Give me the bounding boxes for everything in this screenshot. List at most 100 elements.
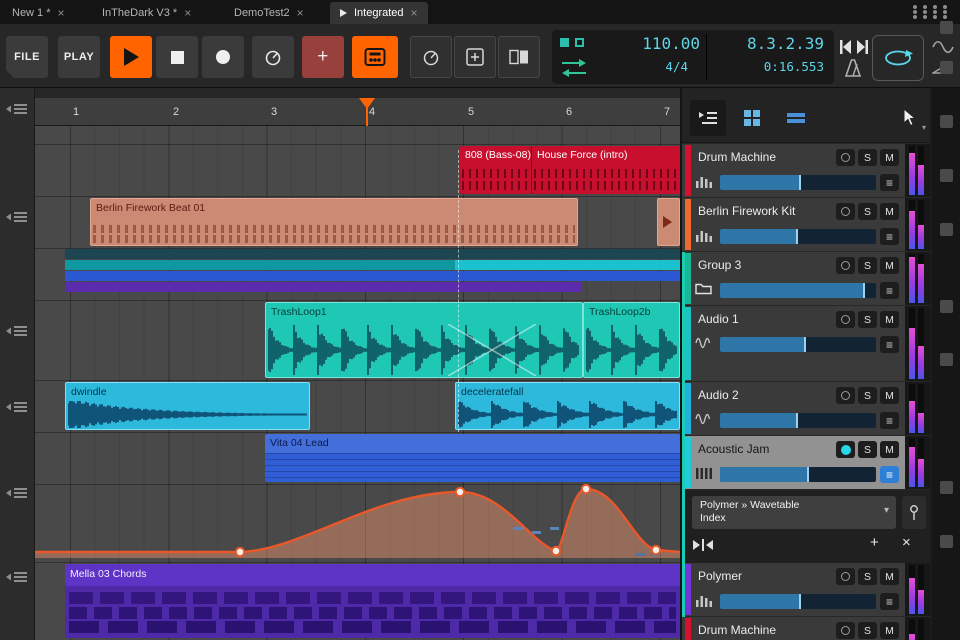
add-automation-button[interactable]: +	[870, 534, 879, 551]
mute-button[interactable]: M	[880, 622, 899, 639]
volume-fader[interactable]	[720, 283, 876, 298]
clip-berlin-firework[interactable]: Berlin Firework Beat 01	[90, 198, 578, 246]
group-subclip-cyan[interactable]	[455, 260, 680, 270]
track-menu-button[interactable]: ≡	[880, 174, 899, 191]
track-row-audio-2[interactable]: Audio 2 S M ≡	[682, 382, 930, 435]
fill-square-icon[interactable]	[560, 38, 569, 47]
dual-display-button[interactable]	[498, 36, 540, 78]
exchange-arrows-icon[interactable]	[558, 57, 590, 79]
record-arm-button[interactable]	[836, 149, 855, 166]
track-row-drum-machine-2[interactable]: Drum Machine S M	[682, 617, 930, 640]
volume-fader[interactable]	[720, 467, 876, 482]
record-arm-button[interactable]	[836, 622, 855, 639]
outline-square-icon[interactable]	[575, 38, 584, 47]
track-scroll-handle[interactable]	[6, 570, 28, 584]
volume-fader[interactable]	[720, 594, 876, 609]
resize-handle[interactable]	[940, 300, 953, 313]
resize-handle[interactable]	[940, 169, 953, 182]
record-arm-button[interactable]	[836, 568, 855, 585]
device-collapse-icon[interactable]	[692, 537, 714, 553]
solo-button[interactable]: S	[858, 257, 877, 274]
record-arm-button[interactable]	[836, 441, 855, 458]
automation-write-button[interactable]	[410, 36, 452, 78]
add-button[interactable]: +	[302, 36, 344, 78]
volume-fader[interactable]	[720, 337, 876, 352]
volume-fader[interactable]	[720, 229, 876, 244]
tab-close-icon[interactable]: ×	[58, 6, 65, 20]
track-row-polymer[interactable]: Polymer S M ≡	[682, 563, 930, 616]
tab-new-1[interactable]: New 1 * ×	[2, 2, 75, 24]
record-arm-button[interactable]	[836, 311, 855, 328]
play-button[interactable]	[110, 36, 152, 78]
sine-wave-icon[interactable]	[932, 40, 954, 54]
track-row-berlin-firework-kit[interactable]: Berlin Firework Kit S M ≡	[682, 198, 930, 251]
solo-button[interactable]: S	[858, 387, 877, 404]
stop-button[interactable]	[156, 36, 198, 78]
tab-close-icon[interactable]: ×	[297, 6, 304, 20]
track-menu-button[interactable]: ≡	[880, 282, 899, 299]
resize-handle[interactable]	[940, 223, 953, 236]
nudge-icons[interactable]	[840, 38, 868, 56]
track-row-acoustic-jam[interactable]: Acoustic Jam S M ≡	[682, 436, 930, 489]
track-menu-button[interactable]: ≡	[880, 228, 899, 245]
drum-machine-panel-button[interactable]	[352, 36, 398, 78]
play-menu-button[interactable]: PLAY	[58, 36, 100, 78]
resize-handle[interactable]	[940, 481, 953, 494]
resize-handle[interactable]	[940, 353, 953, 366]
record-arm-button[interactable]	[836, 203, 855, 220]
tab-inthedark[interactable]: InTheDark V3 * ×	[92, 2, 201, 24]
grid-view-button[interactable]	[734, 100, 770, 136]
resize-handle[interactable]	[940, 61, 953, 74]
track-scroll-handle[interactable]	[6, 486, 28, 500]
automation-dial-button[interactable]	[252, 36, 294, 78]
group-subclip-purple[interactable]	[65, 282, 582, 292]
mute-button[interactable]: M	[880, 257, 899, 274]
tab-demotest2[interactable]: DemoTest2 ×	[224, 2, 314, 24]
mute-button[interactable]: M	[880, 203, 899, 220]
track-menu-button[interactable]: ≡	[880, 466, 899, 483]
clip-trashloop2b[interactable]: TrashLoop2b	[583, 302, 680, 378]
clip-deceleratefall[interactable]: deceleratefall	[455, 382, 680, 430]
tab-close-icon[interactable]: ×	[411, 6, 418, 20]
time-display[interactable]: 0:16.553	[702, 59, 824, 74]
lanes-view-button[interactable]	[778, 100, 814, 136]
solo-button[interactable]: S	[858, 311, 877, 328]
metronome-icon[interactable]	[842, 58, 864, 78]
resize-handle[interactable]	[940, 21, 953, 34]
volume-fader[interactable]	[720, 175, 876, 190]
position-display[interactable]: 8.3.2.39	[712, 34, 824, 53]
track-list-view-button[interactable]	[690, 100, 726, 136]
clip-mella-chords[interactable]: Mella 03 Chords	[65, 564, 680, 638]
track-menu-button[interactable]: ≡	[880, 336, 899, 353]
record-arm-button[interactable]	[836, 387, 855, 404]
mute-button[interactable]: M	[880, 149, 899, 166]
track-scroll-handle[interactable]	[6, 210, 28, 224]
pin-button[interactable]	[902, 496, 926, 529]
solo-button[interactable]: S	[858, 622, 877, 639]
solo-button[interactable]: S	[858, 568, 877, 585]
mute-button[interactable]: M	[880, 568, 899, 585]
time-signature-display[interactable]: 4/4	[600, 59, 688, 74]
tab-integrated[interactable]: Integrated ×	[330, 2, 428, 24]
group-subclip-dark[interactable]	[65, 249, 680, 259]
record-arm-button[interactable]	[836, 257, 855, 274]
resize-handle[interactable]	[940, 535, 953, 548]
solo-button[interactable]: S	[858, 441, 877, 458]
add-track-button[interactable]	[454, 36, 496, 78]
pointer-tool-button[interactable]: ▾	[891, 100, 927, 136]
clip-dwindle[interactable]: dwindle	[65, 382, 310, 430]
track-scroll-handle[interactable]	[6, 102, 28, 116]
app-menu-icon[interactable]	[910, 4, 950, 20]
tempo-display[interactable]: 110.00	[600, 34, 700, 53]
track-row-drum-machine[interactable]: Drum Machine S M ≡	[682, 144, 930, 197]
timeline-ruler[interactable]	[35, 98, 680, 126]
group-subclip-teal[interactable]	[65, 260, 455, 270]
clip-house-force[interactable]: House Force (intro)	[531, 146, 680, 194]
track-row-audio-1[interactable]: Audio 1 S M ≡	[682, 306, 930, 381]
track-menu-button[interactable]: ≡	[880, 412, 899, 429]
track-row-group-3[interactable]: Group 3 S M ≡	[682, 252, 930, 305]
volume-fader[interactable]	[720, 413, 876, 428]
track-scroll-handle[interactable]	[6, 324, 28, 338]
tab-close-icon[interactable]: ×	[184, 6, 191, 20]
automation-curve[interactable]	[35, 484, 680, 562]
